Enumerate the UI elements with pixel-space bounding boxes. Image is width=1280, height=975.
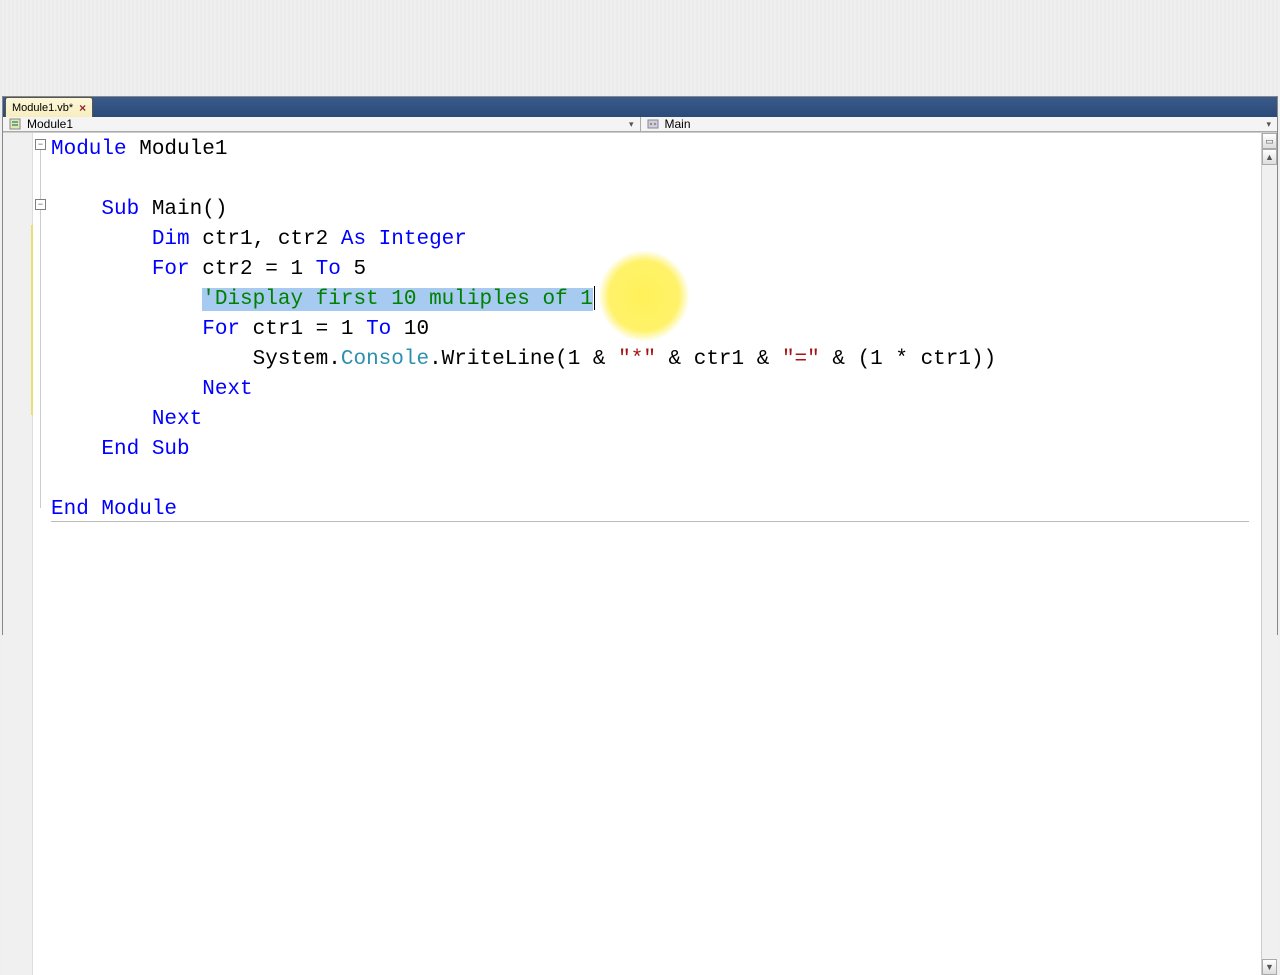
- scroll-up-button[interactable]: ▲: [1262, 149, 1277, 165]
- fold-toggle[interactable]: −: [35, 139, 46, 150]
- code-line: For ctr2 = 1 To 5: [51, 255, 366, 285]
- outlining-margin: − −: [33, 133, 51, 975]
- code-text-area[interactable]: Module Module1 Sub Main() Dim ctr1, ctr2…: [51, 133, 1261, 975]
- text-caret: [594, 286, 595, 310]
- code-editor[interactable]: − − Module Module1 Sub Main() Dim ctr1, …: [3, 132, 1277, 975]
- code-line: End Sub: [51, 435, 190, 465]
- document-tab-module1[interactable]: Module1.vb* ×: [5, 97, 93, 117]
- chevron-down-icon: ▾: [1266, 119, 1271, 130]
- splitter-handle[interactable]: ▭: [1262, 133, 1277, 149]
- member-dropdown[interactable]: Main ▾: [641, 117, 1278, 131]
- code-line: Next: [51, 405, 202, 435]
- fold-toggle[interactable]: −: [35, 199, 46, 210]
- code-line: Next: [51, 375, 253, 405]
- vertical-scrollbar[interactable]: ▭ ▲ ▼: [1261, 133, 1277, 975]
- code-line: System.Console.WriteLine(1 & "*" & ctr1 …: [51, 345, 996, 375]
- window-chrome-placeholder: [0, 0, 1280, 96]
- indicator-margin: [3, 133, 33, 975]
- code-line: Dim ctr1, ctr2 As Integer: [51, 225, 467, 255]
- document-tab-bar: Module1.vb* ×: [3, 97, 1277, 117]
- tab-label: Module1.vb*: [12, 102, 73, 114]
- code-line: For ctr1 = 1 To 10: [51, 315, 429, 345]
- code-line-selected: 'Display first 10 muliples of 1: [51, 285, 595, 315]
- end-of-module-separator: [51, 521, 1249, 522]
- type-dropdown-label: Module1: [27, 117, 73, 131]
- code-line: Module Module1: [51, 135, 227, 165]
- type-dropdown[interactable]: Module1 ▾: [3, 117, 641, 131]
- method-icon: [647, 118, 659, 130]
- cursor-highlight-spotlight: [599, 251, 689, 341]
- code-line: Sub Main(): [51, 195, 227, 225]
- scroll-down-button[interactable]: ▼: [1262, 959, 1277, 975]
- editor-window: Module1.vb* × Module1 ▾ Main ▾ − −: [2, 96, 1278, 635]
- module-icon: [9, 118, 21, 130]
- chevron-down-icon: ▾: [629, 119, 634, 130]
- close-icon[interactable]: ×: [79, 102, 86, 114]
- navigation-bar: Module1 ▾ Main ▾: [3, 117, 1277, 132]
- member-dropdown-label: Main: [665, 117, 691, 131]
